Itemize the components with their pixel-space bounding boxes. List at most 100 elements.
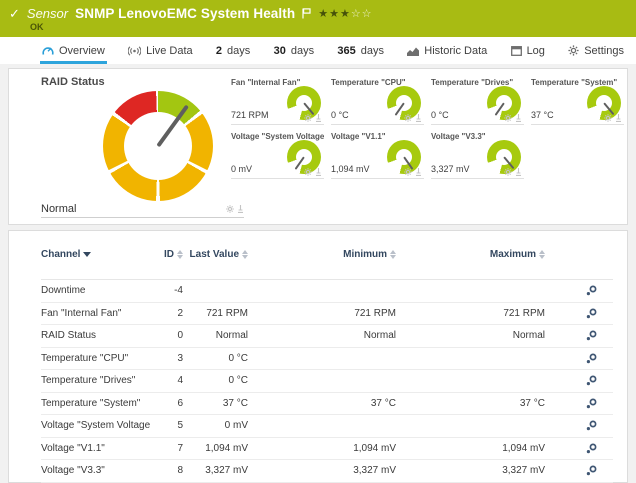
gauge-tile: Temperature "System"37 °C — [531, 77, 624, 131]
table-row: Voltage "System Voltage (...50 mV — [41, 415, 613, 438]
priority-stars[interactable]: ★★★☆☆ — [318, 7, 372, 22]
id-cell: 0 — [151, 330, 183, 341]
last-cell: 3,327 mV — [183, 465, 248, 476]
id-cell: 8 — [151, 465, 183, 476]
gauge-tile: Temperature "CPU"0 °C — [331, 77, 424, 131]
table-row: Fan "Internal Fan"2721 RPM721 RPM721 RPM — [41, 303, 613, 326]
max-cell: 3,327 mV — [396, 465, 545, 476]
max-cell: 37 °C — [396, 398, 545, 409]
gauge-pin-icon[interactable] — [237, 205, 244, 213]
gauges-panel: RAID Status Normal Fan "Internal Fan"721… — [8, 68, 628, 225]
tab-settings[interactable]: Settings — [566, 37, 626, 64]
channel-settings-icon[interactable] — [586, 330, 597, 341]
id-cell: 7 — [151, 443, 183, 454]
gauge-pin-icon[interactable] — [515, 114, 522, 122]
tab-2-days[interactable]: 2days — [214, 37, 252, 64]
channel-cell: Temperature "CPU" — [41, 353, 151, 364]
column-header-id[interactable]: ID — [151, 249, 183, 260]
raid-status-gauge — [103, 91, 213, 201]
last-cell: 0 °C — [183, 375, 248, 386]
id-cell: 2 — [151, 308, 183, 319]
status-badge: OK — [30, 22, 44, 32]
channel-cell: RAID Status — [41, 330, 151, 341]
gauge-pin-icon[interactable] — [315, 114, 322, 122]
last-cell: 0 °C — [183, 353, 248, 364]
gauge-pin-icon[interactable] — [415, 114, 422, 122]
last-cell: Normal — [183, 330, 248, 341]
tab-bar: Overview Live Data 2days 30days 365days Histo… — [0, 37, 636, 64]
gauge-tile: Fan "Internal Fan"721 RPM — [231, 77, 324, 131]
tab-historic-data[interactable]: Historic Data — [405, 37, 489, 64]
table-row: RAID Status0NormalNormalNormal — [41, 325, 613, 348]
gauge-settings-icon[interactable] — [304, 114, 312, 122]
gauge-tile: Voltage "System Voltage (12...0 mV — [231, 131, 324, 185]
gauge-tile: Voltage "V1.1"1,094 mV — [331, 131, 424, 185]
tab-365-days[interactable]: 365days — [335, 37, 386, 64]
last-cell: 37 °C — [183, 398, 248, 409]
max-cell: Normal — [396, 330, 545, 341]
gauge-settings-icon[interactable] — [404, 114, 412, 122]
tab-overview[interactable]: Overview — [40, 37, 107, 64]
gauge-settings-icon[interactable] — [504, 114, 512, 122]
table-row: Downtime-4 — [41, 280, 613, 303]
gauge-settings-icon[interactable] — [404, 168, 412, 176]
channel-cell: Temperature "System" — [41, 398, 151, 409]
page-title: SNMP LenovoEMC System Health — [75, 6, 295, 22]
column-header-last[interactable]: Last Value — [183, 249, 248, 260]
tab-live-data[interactable]: Live Data — [126, 37, 194, 64]
channel-cell: Voltage "V1.1" — [41, 443, 151, 454]
gauge-tile: Temperature "Drives"0 °C — [431, 77, 524, 131]
table-row: Voltage "V3.3"83,327 mV3,327 mV3,327 mV — [41, 460, 613, 483]
channel-settings-icon[interactable] — [586, 443, 597, 454]
id-cell: -4 — [151, 285, 183, 296]
gauge-tile: Voltage "V3.3"3,327 mV — [431, 131, 524, 185]
channel-settings-icon[interactable] — [586, 308, 597, 319]
tab-log[interactable]: Log — [509, 37, 547, 64]
gauge-icon — [42, 45, 54, 56]
chart-icon — [407, 46, 419, 56]
min-cell: 37 °C — [248, 398, 396, 409]
max-cell: 1,094 mV — [396, 443, 545, 454]
channel-settings-icon[interactable] — [586, 420, 597, 431]
gauge-pin-icon[interactable] — [315, 168, 322, 176]
min-cell: Normal — [248, 330, 396, 341]
gauge-settings-icon[interactable] — [504, 168, 512, 176]
channel-settings-icon[interactable] — [586, 398, 597, 409]
table-row: Voltage "V1.1"71,094 mV1,094 mV1,094 mV — [41, 438, 613, 461]
gauge-value: 0 mV — [231, 164, 252, 174]
table-row: Temperature "Drives"40 °C — [41, 370, 613, 393]
channel-settings-icon[interactable] — [586, 285, 597, 296]
channel-settings-icon[interactable] — [586, 465, 597, 476]
log-icon — [511, 46, 522, 56]
gauge-value: 0 °C — [331, 110, 349, 120]
table-row: Temperature "System"637 °C37 °C37 °C — [41, 393, 613, 416]
id-cell: 5 — [151, 420, 183, 431]
id-cell: 4 — [151, 375, 183, 386]
id-cell: 3 — [151, 353, 183, 364]
check-icon: ✓ — [9, 6, 20, 22]
last-cell: 0 mV — [183, 420, 248, 431]
channel-cell: Voltage "V3.3" — [41, 465, 151, 476]
gauge-settings-icon[interactable] — [604, 114, 612, 122]
flag-icon[interactable] — [302, 8, 311, 19]
channel-settings-icon[interactable] — [586, 353, 597, 364]
channel-cell: Fan "Internal Fan" — [41, 308, 151, 319]
broadcast-icon — [128, 46, 141, 56]
column-header-max[interactable]: Maximum — [396, 249, 545, 260]
gauge-pin-icon[interactable] — [515, 168, 522, 176]
main-gauge-channel-label: RAID Status — [41, 76, 105, 88]
gauge-pin-icon[interactable] — [415, 168, 422, 176]
gauge-value: 3,327 mV — [431, 164, 470, 174]
column-header-min[interactable]: Minimum — [248, 249, 396, 260]
column-header-channel[interactable]: Channel — [41, 249, 151, 260]
table-header-row: ChannelIDLast ValueMinimumMaximum — [41, 249, 613, 280]
channel-settings-icon[interactable] — [586, 375, 597, 386]
max-cell: 721 RPM — [396, 308, 545, 319]
table-body: Downtime-4Fan "Internal Fan"2721 RPM721 … — [41, 280, 613, 483]
gauge-settings-icon[interactable] — [304, 168, 312, 176]
gauge-pin-icon[interactable] — [615, 114, 622, 122]
tab-30-days[interactable]: 30days — [272, 37, 317, 64]
gauge-settings-icon[interactable] — [226, 205, 234, 213]
channel-table-panel: ChannelIDLast ValueMinimumMaximum Downti… — [8, 230, 628, 483]
sort-caret-icon — [83, 252, 91, 257]
